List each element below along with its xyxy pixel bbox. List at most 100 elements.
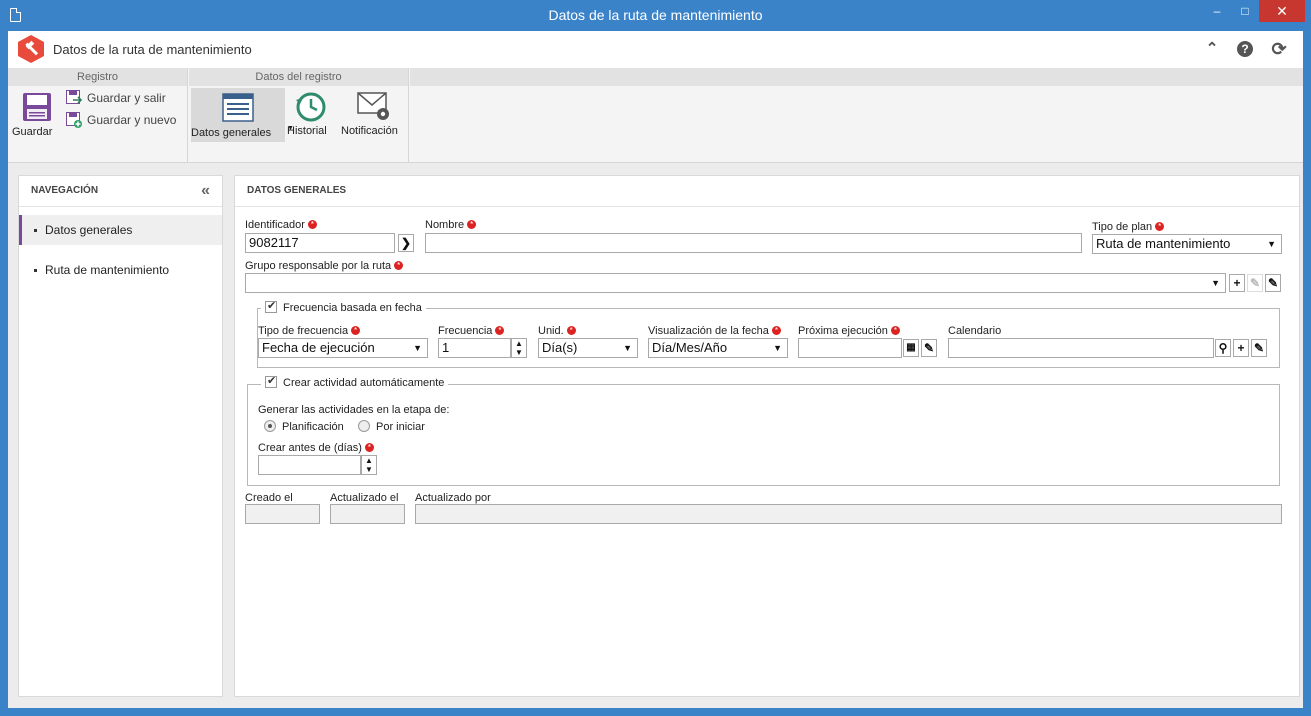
ribbon-group-registro: Registro Guardar Guardar y salir Guardar… [8,68,188,162]
date-display-label-text: Visualización de la fecha [648,325,769,337]
save-button[interactable]: Guardar [12,90,62,140]
add-icon[interactable]: + [1233,339,1249,357]
unit-label-text: Unid. [538,325,564,337]
plan-type-select[interactable]: Ruta de mantenimiento [1092,234,1282,254]
name-label-text: Nombre [425,219,465,231]
navigation-panel: NAVEGACIÓN « Datos generales Ruta de man… [18,175,223,697]
navigation-header: NAVEGACIÓN « [19,176,222,207]
unit-select[interactable]: Día(s) [538,338,638,358]
maintenance-logo-icon [18,35,44,63]
navigation-title: NAVEGACIÓN [31,185,99,196]
app-header: Datos de la ruta de mantenimiento ⌃ ? ⟳ [8,31,1303,68]
updated-by-input [415,504,1282,524]
save-and-new-label: Guardar y nuevo [87,113,177,127]
general-data-label: Datos generales [191,127,272,139]
form-window-icon [222,93,254,122]
option-pending-text: Por iniciar [376,421,425,433]
group-label-text: Grupo responsable por la ruta [245,260,392,272]
refresh-icon[interactable]: ⟳ [1270,40,1288,58]
planning-radio[interactable] [264,420,276,432]
help-icon[interactable]: ? [1237,41,1253,57]
chevron-down-icon[interactable]: ▼ [512,348,526,357]
next-exec-input[interactable] [798,338,902,358]
required-icon: * [307,220,317,229]
chevron-up-icon[interactable]: ▲ [512,339,526,348]
updated-by-label: Actualizado por [415,492,491,504]
required-icon: * [890,326,900,335]
plan-type-label: Tipo de plan * [1092,221,1165,233]
pending-radio[interactable] [358,420,370,432]
freq-stepper[interactable]: ▲ ▼ [511,338,527,358]
ribbon-group-empty [410,68,1303,162]
chevron-up-icon[interactable]: ▲ [362,456,376,465]
name-input[interactable] [425,233,1082,253]
window-title: Datos de la ruta de mantenimiento [548,7,763,23]
freq-type-label: Tipo de frecuencia * [258,325,361,337]
ribbon-toolbar: Registro Guardar Guardar y salir Guardar… [8,68,1303,163]
days-before-input[interactable] [258,455,361,475]
frequency-checkbox[interactable] [265,299,277,313]
chevron-down-icon[interactable]: ▼ [362,465,376,474]
nav-item-ruta-mantenimiento[interactable]: Ruta de mantenimiento [19,255,222,285]
collapse-panel-icon[interactable]: « [201,176,210,206]
search-icon[interactable]: ⚲ [1215,339,1231,357]
frequency-legend-text: Frecuencia basada en fecha [283,302,422,314]
group-label: Grupo responsable por la ruta * [245,260,404,272]
collapse-up-icon[interactable]: ⌃ [1203,40,1221,58]
required-icon: * [1155,222,1165,231]
history-clock-icon [296,92,326,122]
activity-fieldset [247,384,1280,486]
clear-brush-icon[interactable]: ✎ [1265,274,1281,292]
freq-type-label-text: Tipo de frecuencia [258,325,349,337]
app-title: Datos de la ruta de mantenimiento [53,42,252,57]
mail-settings-icon [357,92,389,120]
notification-label: Notificación [341,125,398,137]
next-exec-label: Próxima ejecución * [798,325,900,337]
dropdown-arrow-icon: ▼ [287,125,294,132]
calendar-icon[interactable]: ▦ [903,339,919,357]
required-icon: * [771,326,781,335]
date-display-select[interactable]: Día/Mes/Año [648,338,788,358]
frequency-legend[interactable]: Frecuencia basada en fecha [261,299,426,315]
days-before-stepper[interactable]: ▲ ▼ [361,455,377,475]
history-button[interactable]: Historial ▼ [287,90,335,150]
date-display-label: Visualización de la fecha * [648,325,781,337]
ribbon-group-label-empty [410,68,1303,86]
required-icon: * [495,326,505,335]
activity-legend[interactable]: Crear actividad automáticamente [261,374,449,390]
freq-label-text: Frecuencia [438,325,493,337]
notification-button[interactable]: Notificación [341,90,407,144]
created-input [245,504,320,524]
maximize-button[interactable]: □ [1231,0,1259,22]
clear-brush-icon[interactable]: ✎ [1251,339,1267,357]
save-and-new-button[interactable]: Guardar y nuevo [66,111,176,129]
group-select[interactable] [245,273,1226,293]
option-pending[interactable]: Por iniciar [358,420,425,433]
main-panel-title: DATOS GENERALES [235,176,1299,207]
minimize-button[interactable]: – [1203,0,1231,22]
days-before-label: Crear antes de (días) * [258,442,374,454]
window-client: Datos de la ruta de mantenimiento ⌃ ? ⟳ … [8,31,1303,708]
updated-input [330,504,405,524]
general-data-button[interactable]: Datos generales [191,88,285,142]
save-and-exit-button[interactable]: Guardar y salir [66,89,166,107]
clear-brush-icon[interactable]: ✎ [921,339,937,357]
created-label: Creado el [245,492,293,504]
floppy-disk-icon [23,93,51,121]
option-planning-text: Planificación [282,421,344,433]
identifier-input[interactable]: 9082117 [245,233,395,253]
next-arrow-button[interactable]: ❯ [398,234,414,252]
save-label: Guardar [12,126,53,138]
freq-input[interactable]: 1 [438,338,511,358]
stage-label: Generar las actividades en la etapa de: [258,404,450,416]
nav-item-datos-generales[interactable]: Datos generales [19,215,222,245]
required-icon: * [467,220,477,229]
close-button[interactable]: ✕ [1259,0,1305,22]
main-panel: DATOS GENERALES Identificador * 9082117 ❯… [234,175,1300,697]
activity-checkbox[interactable] [265,374,277,388]
freq-type-select[interactable]: Fecha de ejecución [258,338,428,358]
option-planning[interactable]: Planificación [264,420,344,433]
add-icon[interactable]: + [1229,274,1245,292]
calendar-input[interactable] [948,338,1214,358]
